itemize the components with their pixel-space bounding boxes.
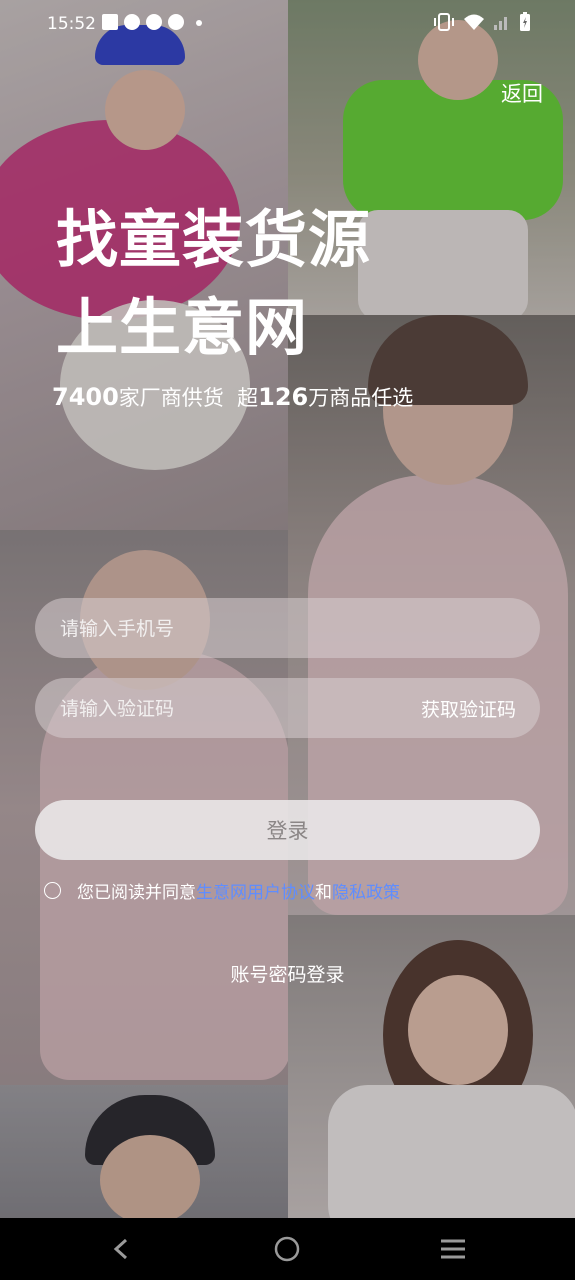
- privacy-policy-link[interactable]: 隐私政策: [332, 878, 400, 903]
- hero-stats: 7400家厂商供货 超126万商品任选: [52, 382, 413, 412]
- stat-factories-text: 家厂商供货: [118, 386, 224, 410]
- hero-line-2: 上生意网: [56, 291, 309, 364]
- system-nav-bar: [0, 1218, 575, 1280]
- stat-products-number: 126: [258, 383, 309, 411]
- menu-icon[interactable]: [440, 1236, 466, 1262]
- stat-products-text: 万商品任选: [308, 386, 414, 410]
- battery-icon: [520, 12, 530, 31]
- stat-factories-number: 7400: [52, 383, 119, 411]
- agree-and: 和: [315, 883, 332, 903]
- hero-headline: 找童装货源 上生意网: [56, 196, 371, 372]
- mail-icon: [102, 14, 118, 30]
- home-icon[interactable]: [274, 1236, 300, 1262]
- code-field[interactable]: 获取验证码: [35, 678, 540, 740]
- hero-line-1: 找童装货源: [56, 203, 372, 276]
- phone-input[interactable]: [58, 598, 402, 660]
- user-agreement-link[interactable]: 生意网用户协议: [196, 878, 315, 903]
- vibrate-icon: [434, 13, 454, 31]
- agree-radio[interactable]: [44, 882, 61, 899]
- app-icon: [168, 14, 184, 30]
- login-button[interactable]: 登录: [35, 800, 540, 860]
- wifi-icon: [464, 14, 484, 30]
- status-time: 15:52: [47, 14, 96, 34]
- app-icon: [124, 14, 140, 30]
- back-link[interactable]: 返回: [501, 78, 543, 108]
- status-bar: 15:52: [0, 0, 575, 48]
- signal-icon: [494, 17, 507, 30]
- notification-icons: [102, 14, 202, 30]
- back-icon[interactable]: [108, 1236, 134, 1262]
- stat-products-prefix: 超: [237, 386, 259, 410]
- code-input[interactable]: [58, 678, 402, 740]
- phone-field[interactable]: [35, 598, 540, 660]
- app-icon: [146, 14, 162, 30]
- get-code-button[interactable]: 获取验证码: [421, 695, 516, 722]
- agreement-row: 您已阅读并同意 生意网用户协议 和 隐私政策: [44, 878, 400, 903]
- password-login-link[interactable]: 账号密码登录: [0, 960, 575, 987]
- dot-icon: [196, 20, 202, 26]
- agree-prefix: 您已阅读并同意: [77, 883, 196, 903]
- system-icons: [433, 12, 531, 32]
